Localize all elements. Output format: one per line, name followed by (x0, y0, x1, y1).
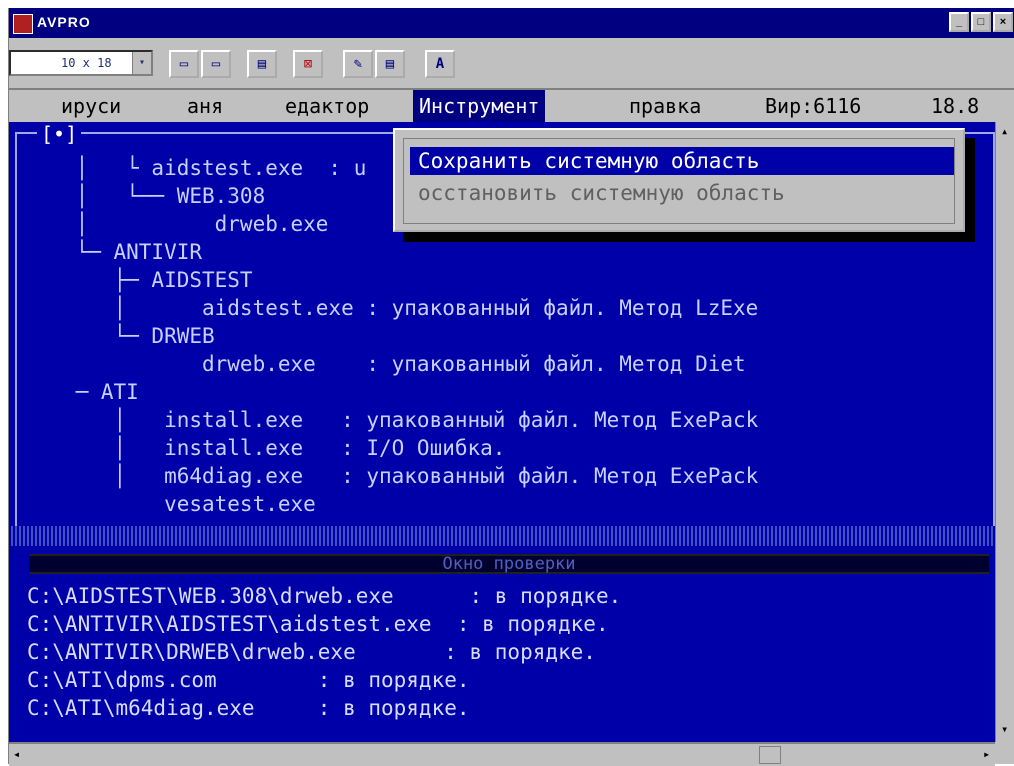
log-line: C:\AIDSTEST\WEB.308\drweb.exe : в порядк… (27, 584, 622, 608)
font-size-select[interactable]: 10 x 18 ▾ (9, 50, 153, 76)
scroll-up-icon[interactable]: ▴ (1001, 124, 1008, 138)
menu-item-file[interactable]: аня (187, 90, 223, 122)
tree-line[interactable]: │ install.exe : упакованный файл. Метод … (25, 406, 759, 434)
title-bar[interactable]: AVPRO _ □ × (9, 8, 1014, 38)
app-window: AVPRO _ □ × 10 x 18 ▾ ▭ ▭ ▤ ⊠ ✎ ▤ A ирус… (8, 8, 1014, 766)
panel-horizontal-scrollbar[interactable] (9, 526, 995, 546)
window-icon[interactable]: ▭ (169, 50, 199, 78)
tree-line[interactable]: │ aidstest.exe : упакованный файл. Метод… (25, 294, 759, 322)
maximize-button[interactable]: □ (971, 12, 991, 32)
dropdown-frame: Сохранить системную область осстановить … (403, 138, 955, 224)
log-title: Окно проверки (29, 554, 989, 574)
edit-icon[interactable]: ✎ (343, 50, 373, 78)
scroll-down-icon[interactable]: ▾ (1001, 722, 1008, 736)
font-size-value: 10 x 18 (61, 56, 112, 70)
menu-item-restore-system-area[interactable]: осстановить системную область (410, 179, 954, 207)
scroll-right-icon[interactable]: ▸ (983, 747, 990, 761)
tree-line[interactable]: │ └── WEB.308 (25, 182, 266, 210)
tree-line[interactable]: └─ ANTIVIR (25, 238, 202, 266)
scrollbar-thumb[interactable] (759, 746, 781, 764)
tree-line[interactable]: │ drweb.exe (25, 210, 329, 238)
window-controls: _ □ × (949, 12, 1013, 32)
toolbar: 10 x 18 ▾ ▭ ▭ ▤ ⊠ ✎ ▤ A (9, 38, 1014, 90)
tree-line[interactable]: └─ DRWEB (25, 322, 215, 350)
font-icon[interactable]: A (425, 50, 455, 78)
tree-line[interactable]: │ └ aidstest.exe : u (25, 154, 367, 182)
status-version: 18.8 (931, 94, 980, 118)
list-icon[interactable]: ▤ (375, 50, 405, 78)
tree-line[interactable]: │ m64diag.exe : упакованный файл. Метод … (25, 462, 759, 490)
scan-log-panel[interactable]: Окно проверки C:\AIDSTEST\WEB.308\drweb.… (9, 546, 995, 742)
log-line: C:\ANTIVIR\AIDSTEST\aidstest.exe : в пор… (27, 612, 609, 636)
menu-item-virus[interactable]: ируси (61, 90, 121, 122)
app-icon[interactable] (13, 14, 33, 34)
log-line: C:\ATI\m64diag.exe : в порядке. (27, 696, 470, 720)
grid-icon[interactable]: ▤ (247, 50, 277, 78)
menu-item-tools[interactable]: Инструмент (413, 90, 546, 122)
chevron-down-icon[interactable]: ▾ (132, 52, 151, 74)
tools-dropdown-menu: Сохранить системную область осстановить … (393, 128, 965, 232)
window-title: AVPRO (37, 14, 91, 30)
window-icon[interactable]: ▭ (201, 50, 231, 78)
tree-line[interactable]: │ install.exe : I/O Ошибка. (25, 434, 506, 462)
menu-item-help[interactable]: правка (629, 90, 701, 122)
menu-bar: ируси аня едактор Инструмент правка Вир:… (9, 90, 1014, 122)
tree-line[interactable]: vesatest.exe (25, 490, 316, 518)
status-virus-count: Вир:6116 (765, 94, 862, 118)
panel-close-box[interactable]: [•] (37, 122, 82, 146)
tree-line[interactable]: ─ ATI (25, 378, 139, 406)
tree-line[interactable]: ├─ AIDSTEST (25, 266, 253, 294)
log-line: C:\ANTIVIR\DRWEB\drweb.exe : в порядке. (27, 640, 596, 664)
log-line: C:\ATI\dpms.com : в порядке. (27, 668, 470, 692)
menu-item-editor[interactable]: едактор (285, 90, 369, 122)
scroll-left-icon[interactable]: ◂ (13, 747, 20, 761)
tree-line[interactable]: drweb.exe : упакованный файл. Метод Diet (25, 350, 746, 378)
checkerboard-icon[interactable]: ⊠ (293, 50, 323, 78)
minimize-button[interactable]: _ (949, 12, 969, 32)
menu-item-save-system-area[interactable]: Сохранить системную область (410, 147, 954, 175)
close-button[interactable]: × (993, 12, 1013, 32)
vertical-scrollbar[interactable]: ▴ ▾ (995, 122, 1014, 742)
horizontal-scrollbar[interactable]: ◂ ▸ (9, 742, 995, 766)
